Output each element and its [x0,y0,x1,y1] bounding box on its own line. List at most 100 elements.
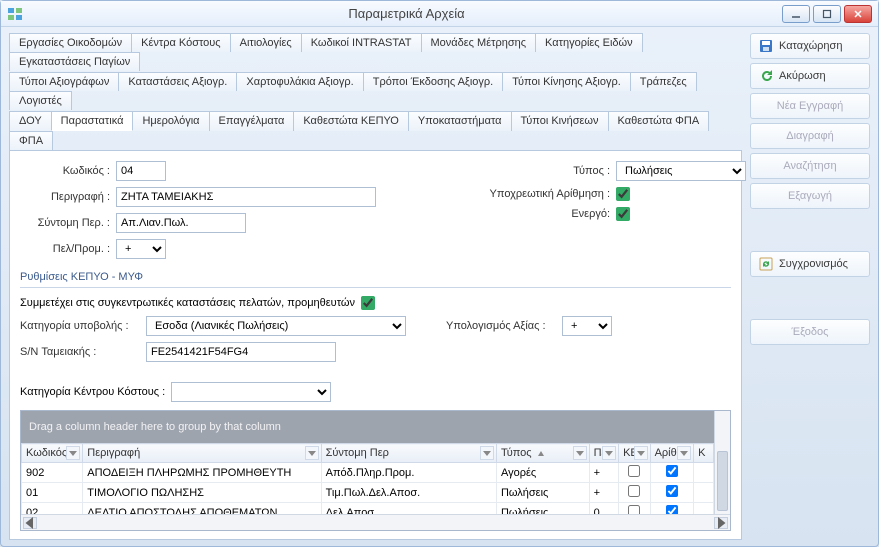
grid-column-header[interactable]: Πε [589,444,619,463]
cancel-button[interactable]: Ακύρωση [750,63,870,89]
new-record-label: Νέα Εγγραφή [777,100,843,112]
save-button[interactable]: Καταχώρηση [750,33,870,59]
export-label: Εξαγωγή [788,190,832,202]
column-filter-button[interactable] [677,446,691,460]
description-label: Περιγραφή : [20,191,110,203]
column-filter-button[interactable] [480,446,494,460]
table-row[interactable]: 902ΑΠΟΔΕΙΞΗ ΠΛΗΡΩΜΗΣ ΠΡΟΜΗΘΕΥΤΗΑπόδ.Πληρ… [22,463,714,483]
row-checkbox[interactable] [628,485,640,497]
pelprom-label: Πελ/Προμ. : [20,243,110,255]
export-button[interactable]: Εξαγωγή [750,183,870,209]
participate-checkbox[interactable] [361,296,375,310]
tab[interactable]: Κέντρα Κόστους [131,33,231,52]
code-input[interactable] [116,161,166,181]
row-checkbox[interactable] [628,465,640,477]
column-filter-button[interactable] [602,446,616,460]
tab[interactable]: Λογιστές [9,91,72,110]
type-label: Τύπος : [460,165,610,177]
cost-category-select[interactable] [171,382,331,402]
short-desc-label: Σύντομη Περ. : [20,217,110,229]
tab[interactable]: Καθεστώτα ΦΠΑ [608,111,710,131]
code-label: Κωδικός : [20,165,110,177]
grid-column-header[interactable]: Σύντομη Περ [321,444,496,463]
tab-content: Κωδικός : Περιγραφή : Σύντομη Περ. : [9,150,742,540]
sync-icon [759,257,773,271]
window-buttons [782,5,872,23]
grid-group-panel[interactable]: Drag a column header here to group by th… [21,411,730,443]
row-checkbox[interactable] [666,485,678,497]
scroll-right-button[interactable] [714,517,728,529]
tab[interactable]: Επαγγέλματα [209,111,295,131]
delete-button[interactable]: Διαγραφή [750,123,870,149]
mandatory-numbering-checkbox[interactable] [616,187,630,201]
tab[interactable]: Καθεστώτα ΚΕΠΥΟ [293,111,409,131]
grid-column-header[interactable]: Κωδικός [22,444,83,463]
close-button[interactable] [844,5,872,23]
tab[interactable]: ΔΟΥ [9,111,52,131]
row-checkbox[interactable] [628,505,640,514]
tab[interactable]: Εγκαταστάσεις Παγίων [9,52,140,71]
tab[interactable]: Υποκαταστήματα [408,111,512,131]
calc-label: Υπολογισμός Αξίας : [446,320,556,332]
grid-column-header[interactable]: Αρίθμ [650,444,694,463]
tab[interactable]: Παραστατικά [51,111,134,131]
new-record-button[interactable]: Νέα Εγγραφή [750,93,870,119]
participate-label: Συμμετέχει στις συγκεντρωτικές καταστάσε… [20,297,355,309]
active-label: Ενεργό: [460,208,610,220]
tab[interactable]: Ημερολόγια [132,111,209,131]
table-row[interactable]: 02ΔΕΛΤΙΟ ΑΠΟΣΤΟΛΗΣ ΑΠΟΘΕΜΑΤΩΝΔελ.Αποσ.Πω… [22,503,714,515]
tab[interactable]: Τύποι Κινήσεων [511,111,609,131]
grid-column-header[interactable]: ΚΕ [619,444,650,463]
active-checkbox[interactable] [616,207,630,221]
tab[interactable]: Μονάδες Μέτρησης [421,33,537,52]
tabs-row-2: Τύποι ΑξιογράφωνΚαταστάσεις Αξιογρ.Χαρτο… [9,72,742,111]
short-desc-input[interactable] [116,213,246,233]
kepyo-group: Ρυθμίσεις ΚΕΠΥΟ - ΜΥΦ Συμμετέχει στις συ… [20,271,731,368]
column-filter-button[interactable] [634,446,648,460]
row-checkbox[interactable] [666,505,678,514]
tab[interactable]: Τύποι Κίνησης Αξιογρ. [502,72,631,91]
sn-label: S/N Ταμειακής : [20,346,140,358]
cost-category-label: Κατηγορία Κέντρου Κόστους : [20,386,165,398]
column-filter-button[interactable] [573,446,587,460]
column-filter-button[interactable] [305,446,319,460]
cancel-label: Ακύρωση [779,70,826,82]
calc-select[interactable]: + [562,316,612,336]
tab[interactable]: Καταστάσεις Αξιογρ. [118,72,237,91]
app-window: Παραμετρικά Αρχεία Εργασίες ΟικοδομώνΚέν… [0,0,879,547]
minimize-button[interactable] [782,5,810,23]
type-select[interactable]: Πωλήσεις [616,161,746,181]
grid-column-header[interactable]: Τύπος [496,444,589,463]
kepyo-legend: Ρυθμίσεις ΚΕΠΥΟ - ΜΥΦ [20,271,731,283]
tab[interactable]: Χαρτοφυλάκια Αξιογρ. [236,72,363,91]
row-checkbox[interactable] [666,465,678,477]
grid-horizontal-scrollbar[interactable] [21,514,730,530]
save-icon [759,39,773,53]
pelprom-select[interactable]: + [116,239,166,259]
tab[interactable]: Κωδικοί INTRASTAT [301,33,422,52]
tabs-row-1: Εργασίες ΟικοδομώνΚέντρα ΚόστουςΑιτιολογ… [9,33,742,72]
search-label: Αναζήτηση [783,160,836,172]
grid-column-header[interactable]: Κ [694,444,714,463]
exit-button[interactable]: Έξοδος [750,319,870,345]
tab[interactable]: Κατηγορίες Ειδών [535,33,643,52]
sn-input[interactable] [146,342,336,362]
description-input[interactable] [116,187,376,207]
tab[interactable]: Τρόποι Έκδοσης Αξιογρ. [363,72,504,91]
sync-button[interactable]: Συγχρονισμός [750,251,870,277]
tab[interactable]: Αιτιολογίες [230,33,302,52]
tab[interactable]: ΦΠΑ [9,131,53,150]
column-filter-button[interactable] [66,446,80,460]
tab[interactable]: Τράπεζες [630,72,697,91]
scroll-left-button[interactable] [23,517,37,529]
table-row[interactable]: 01ΤΙΜΟΛΟΓΙΟ ΠΩΛΗΣΗΣΤιμ.Πωλ.Δελ.Αποσ.Πωλή… [22,483,714,503]
maximize-button[interactable] [813,5,841,23]
search-button[interactable]: Αναζήτηση [750,153,870,179]
grid-vertical-scrollbar[interactable] [714,411,730,514]
tab[interactable]: Εργασίες Οικοδομών [9,33,132,52]
grid-column-header[interactable]: Περιγραφή [83,444,321,463]
tab[interactable]: Τύποι Αξιογράφων [9,72,119,91]
window-title: Παραμετρικά Αρχεία [31,6,782,21]
mandatory-numbering-label: Υποχρεωτική Αρίθμηση : [460,188,610,200]
submission-category-select[interactable]: Εσοδα (Λιανικές Πωλήσεις) [146,316,406,336]
